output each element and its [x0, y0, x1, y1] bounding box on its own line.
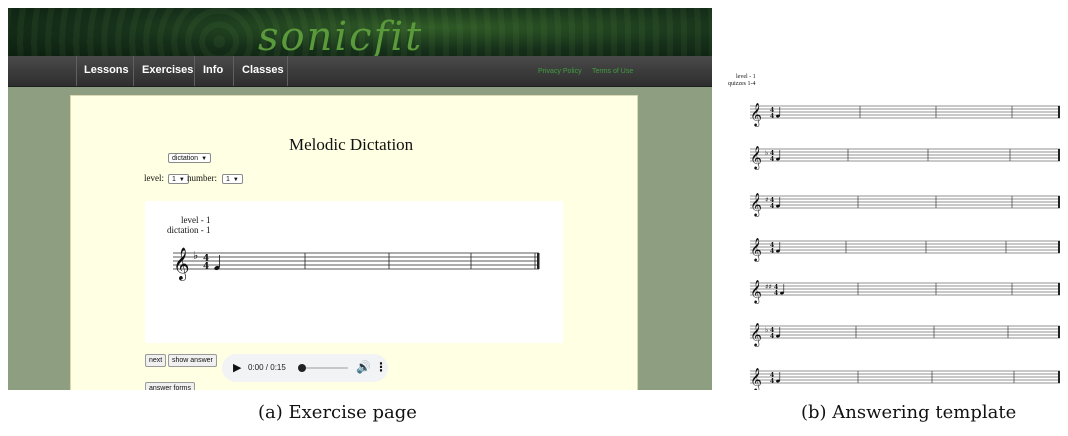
number-select-value: 1: [226, 176, 230, 183]
number-label: number:: [187, 173, 217, 183]
template-final-barline: [1058, 106, 1060, 118]
site-banner: sonicfit: [8, 8, 712, 60]
template-final-barline: [1058, 241, 1060, 253]
key-signature-icon: ♯♯: [765, 283, 772, 291]
nav-classes[interactable]: Classes: [242, 64, 284, 76]
template-final-barline: [1058, 326, 1060, 338]
template-final-barline: [1058, 283, 1060, 295]
final-barline: [537, 253, 540, 269]
template-final-barline: [1058, 149, 1060, 161]
nav-divider: [76, 56, 77, 86]
mode-select[interactable]: dictation ▼: [168, 153, 212, 163]
terms-of-use-link[interactable]: Terms of Use: [592, 68, 633, 75]
audio-time: 0:00 / 0:15: [248, 363, 286, 372]
audio-progress-slider[interactable]: [298, 364, 348, 372]
nav-exercises[interactable]: Exercises: [142, 64, 193, 76]
show-answer-button[interactable]: show answer: [168, 354, 217, 367]
nav-lessons[interactable]: Lessons: [84, 64, 129, 76]
template-staves: 𝄞 44𝄞 ♭ 44𝄞 ♯ 44𝄞 44𝄞 ♯♯ 44𝄞 ♭ 44𝄞 44: [750, 102, 1060, 390]
time-signature-bottom: 4: [770, 378, 774, 385]
dropdown-arrow-icon: ▼: [201, 156, 208, 162]
nav-divider: [133, 56, 134, 86]
template-final-barline: [1058, 371, 1060, 383]
treble-clef-icon: 𝄞: [173, 247, 190, 281]
dropdown-arrow-icon: ▼: [232, 177, 239, 183]
answer-forms-button[interactable]: answer forms: [145, 382, 196, 390]
treble-clef-icon: 𝄞: [750, 192, 762, 217]
caption-answering-template: (b) Answering template: [801, 402, 1017, 423]
time-signature-bottom: 4: [770, 248, 774, 255]
dictation-staff: 𝄞 ♭ 4 4: [173, 247, 540, 281]
more-options-icon[interactable]: ⋮: [375, 360, 387, 374]
treble-clef-icon: 𝄞: [750, 367, 762, 390]
time-signature-bottom: 4: [770, 156, 774, 163]
time-signature-bottom: 4: [774, 290, 778, 297]
score-panel: level - 1 dictation - 1 𝄞 ♭ 4 4: [145, 201, 563, 343]
nav-divider: [194, 56, 195, 86]
key-signature-icon: ♭: [765, 149, 768, 157]
key-signature-icon: ♭: [765, 326, 768, 334]
caption-exercise-page: (a) Exercise page: [258, 402, 417, 423]
audio-progress-knob[interactable]: [298, 364, 306, 372]
time-signature-bottom: 4: [203, 262, 209, 272]
audio-player[interactable]: ▶ 0:00 / 0:15 🔊 ⋮: [222, 354, 388, 382]
time-signature-bottom: 4: [770, 333, 774, 340]
sonicfit-logo[interactable]: sonicfit: [258, 14, 423, 60]
treble-clef-icon: 𝄞: [750, 145, 762, 170]
treble-clef-icon: 𝄞: [750, 322, 762, 347]
main-nav: Lessons Exercises Info Classes Privacy P…: [8, 56, 712, 87]
treble-clef-icon: 𝄞: [750, 102, 762, 127]
template-final-barline: [1058, 196, 1060, 208]
level-select-value: 1: [172, 176, 176, 183]
time-signature-bottom: 4: [770, 113, 774, 120]
page-title: Melodic Dictation: [289, 135, 414, 154]
treble-clef-icon: 𝄞: [750, 279, 762, 304]
nav-info[interactable]: Info: [203, 64, 223, 76]
dropdown-arrow-icon: ▼: [178, 177, 185, 183]
level-select[interactable]: 1 ▼: [168, 174, 189, 184]
nav-divider: [233, 56, 234, 86]
level-label: level:: [144, 173, 164, 183]
next-button[interactable]: next: [145, 354, 167, 367]
staff-lines: [173, 252, 539, 270]
time-signature-bottom: 4: [770, 203, 774, 210]
treble-clef-icon: 𝄞: [750, 237, 762, 262]
privacy-policy-link[interactable]: Privacy Policy: [538, 68, 582, 75]
mode-select-value: dictation: [172, 155, 199, 162]
key-signature-icon: ♯: [765, 196, 768, 204]
exercise-content: Melodic Dictation dictation ▼ level: 1 ▼ n…: [70, 95, 638, 390]
answering-template: level - 1 quizzes 1-4 𝄞 4 4 𝄞 ♭ 4 4 𝄞 ♯ 4 4 𝄞 4 4 𝄞 ♯♯ 4…: [728, 8, 1060, 390]
volume-icon[interactable]: 🔊: [356, 360, 371, 374]
play-icon[interactable]: ▶: [233, 361, 241, 374]
nav-divider: [287, 56, 288, 86]
flat-sign-icon: ♭: [193, 249, 198, 262]
number-select[interactable]: 1 ▼: [222, 174, 243, 184]
exercise-page-screenshot: sonicfit Lessons Exercises Info Classes …: [8, 8, 712, 390]
